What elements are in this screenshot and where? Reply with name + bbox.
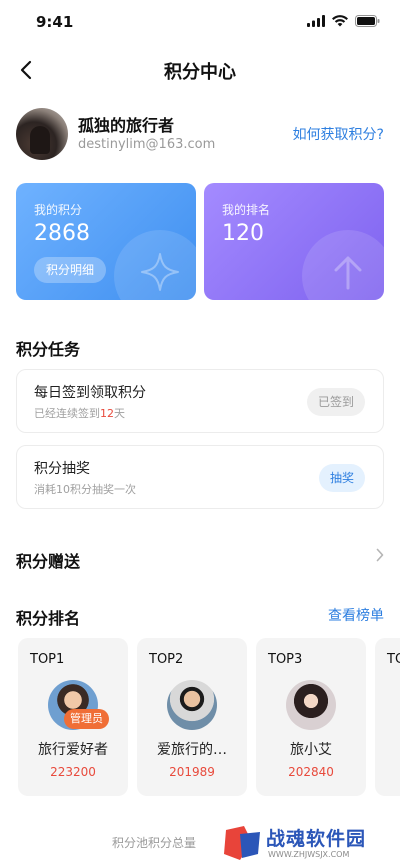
profile-header: 孤独的旅行者 destinylim@163.com 如何获取积分?: [16, 106, 384, 160]
rank-user-name: 旅小艾: [290, 742, 332, 758]
profile-email: destinylim@163.com: [78, 137, 216, 152]
rank-user-score: 201989: [169, 765, 215, 779]
brand-logo-icon: [224, 826, 260, 860]
task-subtitle: 已经连续签到12天: [34, 405, 125, 421]
rank-card-top4[interactable]: TO: [375, 638, 400, 796]
rank-label: TOP2: [149, 652, 184, 667]
ranking-section-title: 积分排名: [16, 609, 81, 628]
task-subtitle: 消耗10积分抽奖一次: [34, 483, 136, 496]
points-detail-button[interactable]: 积分明细: [34, 257, 107, 283]
daily-checkin-task: 每日签到领取积分 已经连续签到12天 已签到: [16, 369, 384, 433]
card-decoration: [302, 230, 384, 300]
status-time: 9:41: [36, 13, 74, 31]
star-icon: [141, 253, 179, 291]
page-title: 积分中心: [164, 62, 236, 83]
admin-badge: 管理员: [64, 709, 109, 729]
signal-icon: [307, 15, 325, 27]
my-points-card: 我的积分 2868 积分明细: [16, 183, 196, 300]
rank-card-top1[interactable]: TOP1 管理员 旅行爱好者 223200: [18, 638, 128, 796]
lottery-task: 积分抽奖 消耗10积分抽奖一次 抽奖: [16, 445, 384, 509]
task-subtitle-prefix: 已经连续签到: [34, 407, 100, 420]
lottery-button[interactable]: 抽奖: [318, 464, 365, 492]
rank-user-name: 爱旅行的…: [157, 742, 227, 758]
my-rank-label: 我的排名: [222, 203, 271, 217]
card-decoration: [114, 230, 196, 300]
rank-label: TOP3: [268, 652, 303, 667]
task-title: 每日签到领取积分: [34, 385, 146, 401]
profile-name: 孤独的旅行者: [78, 116, 175, 135]
avatar: [286, 680, 336, 730]
avatar: [167, 680, 217, 730]
status-icons: [307, 15, 380, 27]
gift-section-title: 积分赠送: [16, 552, 81, 571]
checked-in-button[interactable]: 已签到: [306, 388, 365, 416]
rank-user-score: 223200: [50, 765, 96, 779]
checkin-streak-count: 12: [100, 407, 114, 420]
status-bar: 9:41: [0, 0, 400, 44]
rank-user-name: 旅行爱好者: [38, 742, 108, 758]
nav-bar: 积分中心: [0, 48, 400, 92]
rank-label: TOP1: [30, 652, 65, 667]
view-leaderboard-link[interactable]: 查看榜单: [328, 605, 384, 625]
pool-total-label: 积分池积分总量: [112, 836, 197, 850]
avatar[interactable]: [16, 108, 68, 160]
rank-card-top3[interactable]: TOP3 旅小艾 202840: [256, 638, 366, 796]
chevron-right-icon: [376, 548, 384, 562]
watermark-logo: 战魂软件园 WWW.ZHJWSJX.COM: [214, 820, 400, 866]
brand-url: WWW.ZHJWSJX.COM: [268, 850, 350, 859]
how-to-earn-points-link[interactable]: 如何获取积分?: [293, 124, 384, 144]
my-points-value: 2868: [34, 221, 90, 246]
tasks-section-title: 积分任务: [16, 340, 81, 359]
my-rank-card: 我的排名 120: [204, 183, 384, 300]
points-gift-row[interactable]: 积分赠送: [16, 542, 384, 574]
rank-card-top2[interactable]: TOP2 爱旅行的… 201989: [137, 638, 247, 796]
arrow-up-icon: [334, 256, 362, 290]
rank-label: TO: [387, 652, 400, 667]
battery-icon: [355, 15, 380, 27]
task-subtitle-suffix: 天: [114, 407, 125, 420]
task-title: 积分抽奖: [34, 461, 90, 477]
my-rank-value: 120: [222, 221, 264, 246]
brand-name: 战魂软件园: [266, 828, 367, 850]
wifi-icon: [332, 15, 348, 27]
my-points-label: 我的积分: [34, 203, 83, 217]
rank-user-score: 202840: [288, 765, 334, 779]
